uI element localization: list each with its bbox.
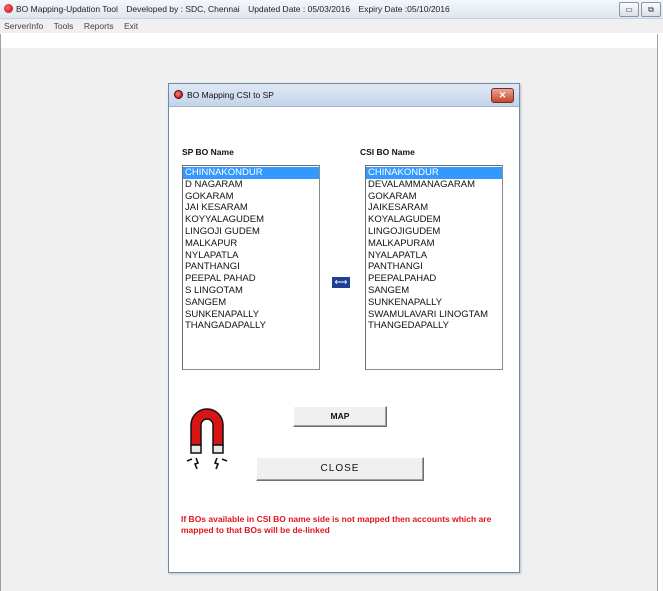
csi-bo-item[interactable]: MALKAPURAM (366, 238, 502, 250)
sp-bo-item[interactable]: SUNKENAPALLY (183, 309, 319, 321)
app-title-name: BO Mapping-Updation Tool (16, 4, 118, 14)
sp-bo-item[interactable]: MALKAPUR (183, 238, 319, 250)
sp-bo-item[interactable]: S LINGOTAM (183, 285, 319, 297)
sp-bo-name-label: SP BO Name (182, 147, 234, 157)
app-title-expiry: Expiry Date :05/10/2016 (358, 4, 450, 14)
csi-bo-item[interactable]: DEVALAMMANAGARAM (366, 179, 502, 191)
csi-bo-item[interactable]: JAIKESARAM (366, 202, 502, 214)
sp-bo-item[interactable]: SANGEM (183, 297, 319, 309)
csi-bo-item[interactable]: THANGEDAPALLY (366, 320, 502, 332)
csi-bo-item[interactable]: PANTHANGI (366, 261, 502, 273)
restore-button[interactable]: ⧉ (641, 2, 661, 17)
sp-bo-item[interactable]: PANTHANGI (183, 261, 319, 273)
csi-bo-item[interactable]: KOYALAGUDEM (366, 214, 502, 226)
minimize-button[interactable]: ▭ (619, 2, 639, 17)
sp-bo-item[interactable]: CHINNAKONDUR (183, 167, 319, 179)
sp-bo-item[interactable]: THANGADAPALLY (183, 320, 319, 332)
csi-bo-item[interactable]: NYALAPATLA (366, 250, 502, 262)
app-title-developer: Developed by : SDC, Chennai (126, 4, 240, 14)
close-button[interactable]: CLOSE (256, 457, 424, 481)
app-title-bar: BO Mapping-Updation Tool Developed by : … (0, 0, 663, 19)
magnet-icon (186, 408, 228, 470)
dialog-close-button[interactable]: ✕ (491, 88, 514, 103)
csi-bo-item[interactable]: SUNKENAPALLY (366, 297, 502, 309)
app-title: BO Mapping-Updation Tool Developed by : … (16, 0, 456, 18)
window-controls: ▭ ⧉ (619, 2, 661, 17)
csi-bo-item[interactable]: LINGOJIGUDEM (366, 226, 502, 238)
sp-bo-item[interactable]: D NAGARAM (183, 179, 319, 191)
dialog-title-bar: BO Mapping CSI to SP ✕ (169, 84, 519, 107)
dialog-icon (174, 90, 183, 99)
csi-bo-item[interactable]: SANGEM (366, 285, 502, 297)
sp-bo-item[interactable]: PEEPAL PAHAD (183, 273, 319, 285)
csi-bo-item[interactable]: GOKARAM (366, 191, 502, 203)
menu-tools[interactable]: Tools (54, 21, 74, 31)
sp-bo-item[interactable]: JAI KESARAM (183, 202, 319, 214)
sp-bo-listbox[interactable]: CHINNAKONDUR D NAGARAM GOKARAM JAI KESAR… (182, 165, 320, 370)
sp-bo-item[interactable]: GOKARAM (183, 191, 319, 203)
csi-bo-name-label: CSI BO Name (360, 147, 415, 157)
menu-reports[interactable]: Reports (84, 21, 114, 31)
sp-bo-item[interactable]: LINGOJI GUDEM (183, 226, 319, 238)
warning-note: If BOs available in CSI BO name side is … (181, 514, 492, 535)
csi-bo-listbox[interactable]: CHINAKONDUR DEVALAMMANAGARAM GOKARAM JAI… (365, 165, 503, 370)
sp-bo-item[interactable]: NYLAPATLA (183, 250, 319, 262)
app-title-updated: Updated Date : 05/03/2016 (248, 4, 351, 14)
menu-bar: ServerInfo Tools Reports Exit (0, 19, 663, 33)
csi-bo-item[interactable]: CHINAKONDUR (366, 167, 502, 179)
sp-bo-item[interactable]: KOYYALAGUDEM (183, 214, 319, 226)
menu-exit[interactable]: Exit (124, 21, 138, 31)
bo-mapping-dialog: BO Mapping CSI to SP ✕ SP BO Name CSI BO… (168, 83, 520, 573)
csi-bo-item[interactable]: PEEPALPAHAD (366, 273, 502, 285)
dialog-title: BO Mapping CSI to SP (187, 90, 274, 100)
swap-arrow-button[interactable]: ⟷ (332, 277, 350, 288)
map-button[interactable]: MAP (293, 406, 387, 427)
csi-bo-item[interactable]: SWAMULAVARI LINOGTAM (366, 309, 502, 321)
app-icon (4, 4, 13, 13)
menu-serverinfo[interactable]: ServerInfo (4, 21, 43, 31)
